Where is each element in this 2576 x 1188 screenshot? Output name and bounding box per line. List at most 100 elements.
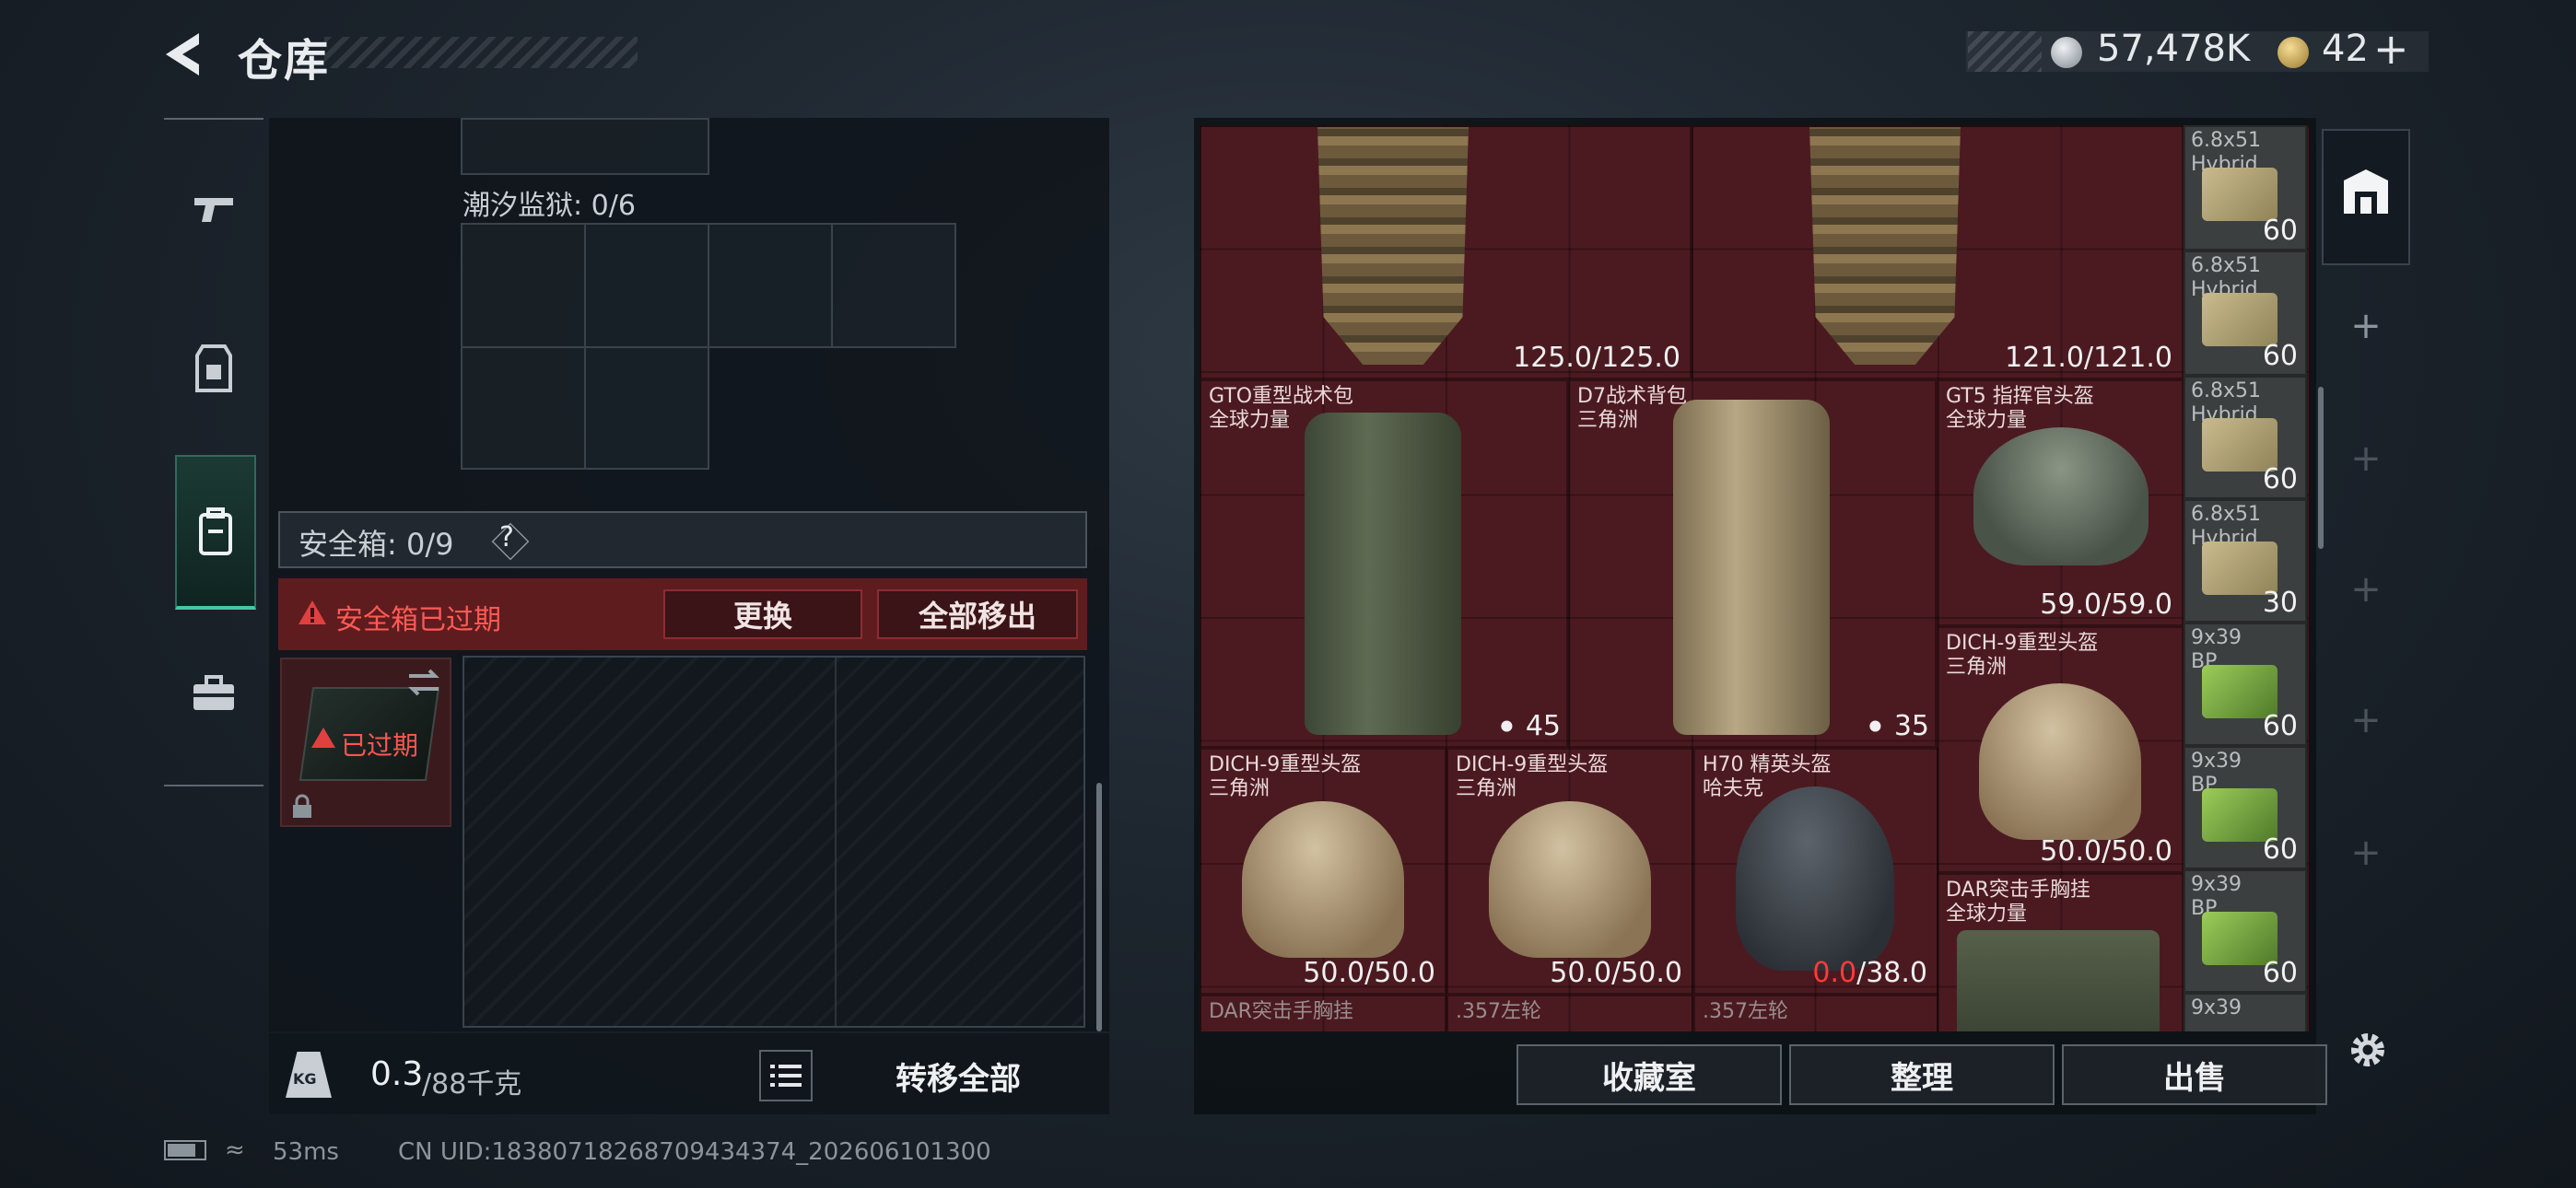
- case-expired-label: 已过期: [341, 730, 419, 761]
- item-name: D7战术背包: [1577, 385, 1687, 408]
- ammo-item[interactable]: 9x39 BP 60: [2184, 869, 2307, 993]
- item-name: DICH-9重型头盔: [1946, 632, 2099, 655]
- list-icon: [770, 1065, 802, 1087]
- back-button[interactable]: [158, 28, 212, 81]
- ammo-item[interactable]: 9x39 BP 60: [2184, 746, 2307, 869]
- swap-icon: [408, 669, 439, 696]
- ping-value: 53ms: [273, 1138, 339, 1166]
- warehouse-icon: [2344, 169, 2388, 214]
- item-faction: 三角洲: [1946, 656, 2008, 679]
- item-faction: 三角洲: [1456, 777, 1517, 800]
- armor-vest-icon: [195, 344, 232, 392]
- ammo-item[interactable]: 6.8x51 Hybrid 60: [2184, 376, 2307, 499]
- prison-capacity-label: 潮汐监狱: 0/6: [463, 190, 636, 222]
- safe-box-storage-grid[interactable]: [463, 656, 1085, 1028]
- locked-tab-slot[interactable]: +: [2348, 834, 2384, 871]
- backpack-image: [1305, 413, 1461, 735]
- item-faction: 全球力量: [1209, 409, 1291, 432]
- backpack-icon: [199, 507, 232, 555]
- ammo-item[interactable]: 9x39: [2184, 993, 2307, 1031]
- left-scrollbar[interactable]: [1096, 783, 1102, 1031]
- warning-icon: [299, 600, 326, 624]
- grid-cell[interactable]: [461, 223, 586, 348]
- helmet-image: [1979, 683, 2141, 840]
- move-all-out-button[interactable]: 全部移出: [877, 589, 1078, 639]
- nav-backpack-storage[interactable]: [175, 455, 256, 610]
- durability-value: 50.0/50.0: [1550, 957, 1682, 989]
- nav-armor[interactable]: [175, 319, 252, 420]
- settings-button[interactable]: [2344, 1026, 2392, 1074]
- warehouse-tab-main[interactable]: [2322, 129, 2410, 265]
- lock-icon: [293, 794, 311, 818]
- partial-item[interactable]: .357左轮: [1693, 995, 1938, 1031]
- nav-weapons[interactable]: [175, 158, 252, 260]
- locked-tab-slot[interactable]: +: [2348, 702, 2384, 739]
- gto-backpack-item[interactable]: GTO重型战术包 全球力量 ⚫ 45: [1200, 379, 1568, 748]
- user-uid: CN UID:18380718268709434374_202606101300: [398, 1138, 991, 1166]
- durability-value: 125.0/125.0: [1513, 342, 1680, 374]
- ammo-item[interactable]: 9x39 BP 60: [2184, 623, 2307, 746]
- item-faction: 全球力量: [1946, 903, 2028, 926]
- durability-value: 50.0/50.0: [1303, 957, 1435, 989]
- armor-vest-item[interactable]: 121.0/121.0: [1692, 125, 2184, 379]
- item-faction: 三角洲: [1209, 777, 1270, 800]
- item-faction: 全球力量: [1946, 409, 2028, 432]
- helmet-image: [1973, 427, 2149, 565]
- dich9-helmet-item[interactable]: DICH-9重型头盔 三角洲 50.0/50.0: [1446, 748, 1693, 995]
- d7-backpack-item[interactable]: D7战术背包 三角洲 ⚫ 35: [1568, 379, 1937, 748]
- item-name: DICH-9重型头盔: [1456, 753, 1609, 776]
- item-name: DAR突击手胸挂: [1946, 879, 2090, 902]
- silver-coin-icon: [2051, 37, 2082, 68]
- item-faction: 三角洲: [1577, 409, 1639, 432]
- ammo-item[interactable]: 6.8x51 Hybrid 60: [2184, 250, 2307, 376]
- ammo-item[interactable]: 6.8x51 Hybrid 30: [2184, 499, 2307, 623]
- sell-button[interactable]: 出售: [2062, 1044, 2327, 1105]
- backpack-image: [1673, 400, 1830, 735]
- sort-button[interactable]: 整理: [1789, 1044, 2055, 1105]
- partial-item[interactable]: DAR突击手胸挂: [1200, 995, 1446, 1031]
- item-name: DICH-9重型头盔: [1209, 753, 1362, 776]
- grid-cell[interactable]: [831, 223, 956, 348]
- grid-cell[interactable]: [461, 346, 586, 470]
- armor-vest-item[interactable]: 125.0/125.0: [1200, 125, 1692, 379]
- pistol-icon: [194, 198, 233, 222]
- dich9-helmet-item[interactable]: DICH-9重型头盔 三角洲 50.0/50.0: [1200, 748, 1446, 995]
- replace-button[interactable]: 更换: [663, 589, 862, 639]
- durability-value: 59.0/59.0: [2040, 588, 2172, 621]
- ammo-item[interactable]: 6.8x51 Hybrid 60: [2184, 125, 2307, 250]
- item-name: H70 精英头盔: [1703, 753, 1832, 776]
- page-title: 仓库: [238, 35, 331, 87]
- list-view-button[interactable]: [759, 1050, 813, 1101]
- durability-value: 50.0/50.0: [2040, 835, 2172, 868]
- add-currency-button[interactable]: +: [2373, 24, 2409, 74]
- nav-toolbox[interactable]: [175, 643, 252, 744]
- grid-cell[interactable]: [584, 346, 709, 470]
- armor-vest-image: [1317, 127, 1469, 365]
- warning-icon: [311, 728, 335, 748]
- toolbox-icon: [193, 675, 234, 710]
- collection-room-button[interactable]: 收藏室: [1516, 1044, 1782, 1105]
- dich9-helmet-item[interactable]: DICH-9重型头盔 三角洲 50.0/50.0: [1937, 626, 2184, 873]
- dar-chest-rig-item[interactable]: DAR突击手胸挂 全球力量: [1937, 873, 2184, 1031]
- grid-cell[interactable]: [584, 223, 709, 348]
- grid-cell[interactable]: [708, 223, 833, 348]
- weight-current: 0.3: [370, 1055, 424, 1093]
- back-arrow-icon: [166, 33, 199, 76]
- gold-currency-value: 42: [2322, 28, 2369, 70]
- silver-currency-value: 57,478K: [2097, 28, 2251, 70]
- chest-rig-image: [1957, 930, 2160, 1031]
- capacity-icon: ⚫: [1865, 714, 1886, 741]
- gear-icon: [2351, 1033, 2384, 1066]
- transfer-all-button[interactable]: 转移全部: [829, 1046, 1087, 1105]
- partial-item[interactable]: .357左轮: [1446, 995, 1693, 1031]
- h70-helmet-item[interactable]: H70 精英头盔 哈夫克 0.0/38.0: [1693, 748, 1938, 995]
- add-warehouse-tab-button[interactable]: +: [2348, 308, 2384, 344]
- gold-coin-icon: [2277, 37, 2309, 68]
- safe-box-help-button[interactable]: ?: [499, 521, 514, 553]
- container-slot[interactable]: [461, 118, 709, 175]
- locked-tab-slot[interactable]: +: [2348, 571, 2384, 608]
- safe-case-item[interactable]: 已过期: [280, 658, 451, 827]
- gt5-helmet-item[interactable]: GT5 指挥官头盔 全球力量 59.0/59.0: [1937, 379, 2184, 626]
- item-faction: 哈夫克: [1703, 777, 1764, 800]
- locked-tab-slot[interactable]: +: [2348, 440, 2384, 477]
